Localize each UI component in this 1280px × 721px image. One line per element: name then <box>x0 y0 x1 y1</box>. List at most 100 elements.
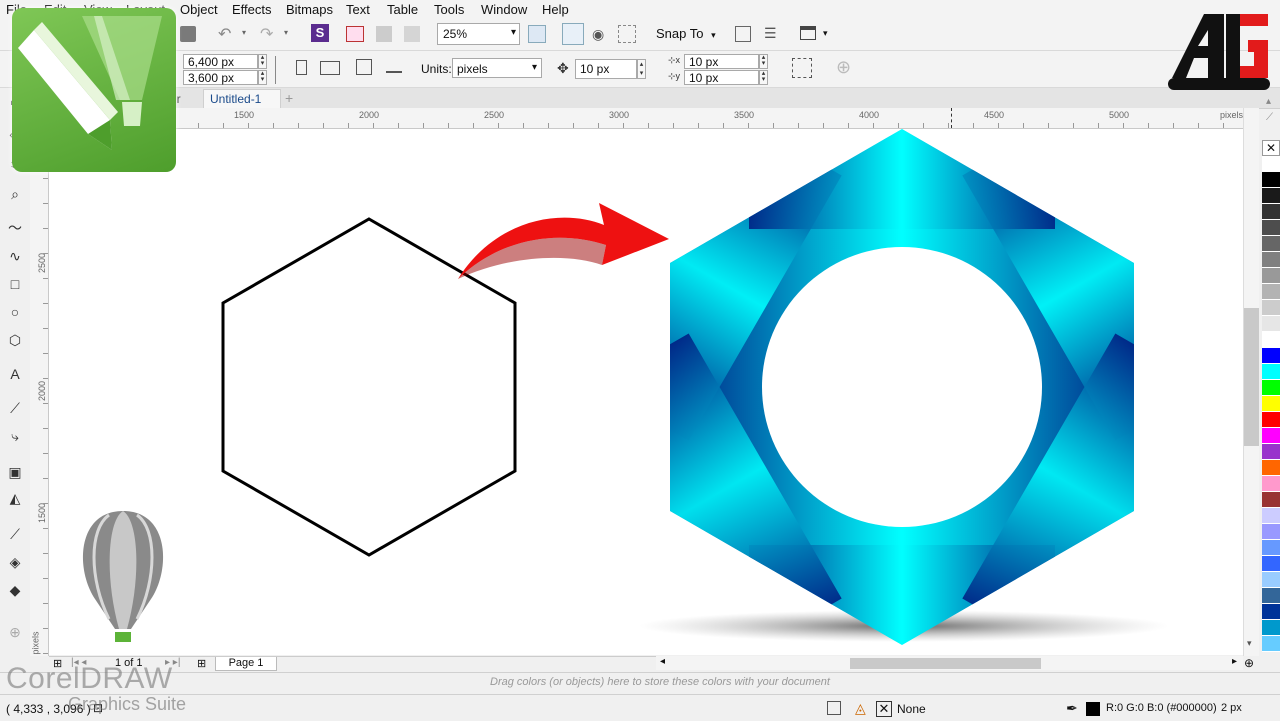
full-screen-preview-icon[interactable] <box>528 25 546 43</box>
landscape-icon[interactable] <box>320 61 340 75</box>
color-swatch[interactable] <box>1262 316 1280 332</box>
add-icon[interactable]: ⊕ <box>836 57 851 78</box>
page-width-field[interactable]: 6,400 px <box>183 54 258 69</box>
menu-object[interactable]: Object <box>180 2 218 17</box>
tab-untitled-1[interactable]: Untitled-1 <box>203 89 281 108</box>
color-swatch[interactable] <box>1262 348 1280 364</box>
vertical-ruler[interactable]: 2500 2000 1500 pixels <box>30 128 49 656</box>
color-swatch[interactable] <box>1262 412 1280 428</box>
connector-tool-icon[interactable]: ⤷ <box>5 426 25 446</box>
color-swatch[interactable] <box>1262 364 1280 380</box>
all-pages-icon[interactable] <box>356 59 372 75</box>
nudge-spinner[interactable]: ▴ ▾ <box>637 59 646 79</box>
color-swatch[interactable] <box>1262 508 1280 524</box>
publish-pdf-icon[interactable] <box>404 26 420 42</box>
menu-tools[interactable]: Tools <box>434 2 464 17</box>
polygon-tool-icon[interactable]: ⬡ <box>5 330 25 350</box>
duplicate-x-spinner[interactable]: ▴ ▾ <box>759 54 768 69</box>
horizontal-ruler[interactable]: 1500 2000 2500 3000 3500 4000 4500 5000 … <box>48 108 1258 129</box>
corel-connect-icon[interactable]: S <box>311 24 329 42</box>
color-swatch[interactable] <box>1262 460 1280 476</box>
color-swatch[interactable] <box>1262 572 1280 588</box>
menu-bitmaps[interactable]: Bitmaps <box>286 2 333 17</box>
zoom-tool-icon[interactable]: ⌕ <box>5 184 25 204</box>
color-swatch[interactable] <box>1262 156 1280 172</box>
color-swatch[interactable] <box>1262 620 1280 636</box>
color-swatch[interactable] <box>1262 204 1280 220</box>
artistic-media-tool-icon[interactable]: ∿ <box>5 246 25 266</box>
menu-text[interactable]: Text <box>346 2 370 17</box>
color-swatch[interactable] <box>1262 492 1280 508</box>
add-page-icon[interactable]: ⊞ <box>197 657 206 670</box>
horizontal-scroll-thumb[interactable] <box>850 658 1041 669</box>
color-swatch[interactable] <box>1262 396 1280 412</box>
menu-help[interactable]: Help <box>542 2 569 17</box>
units-select[interactable]: pixels ▾ <box>452 58 542 78</box>
palette-scroll-up-icon[interactable]: ▴ <box>1266 96 1271 107</box>
color-swatch[interactable] <box>1262 444 1280 460</box>
import-icon[interactable] <box>346 26 364 42</box>
zoom-level-select[interactable]: 25% ▾ <box>437 23 520 45</box>
color-swatch[interactable] <box>1262 252 1280 268</box>
document-palette-strip[interactable]: Drag colors (or objects) here to store t… <box>0 672 1280 693</box>
undo-icon[interactable]: ↶ <box>218 24 231 44</box>
add-tool-icon[interactable]: ⊕ <box>5 622 25 642</box>
zoom-navigator-icon[interactable]: ⊕ <box>1244 656 1254 670</box>
ellipse-tool-icon[interactable]: ○ <box>5 302 25 322</box>
duplicate-y-spinner[interactable]: ▴ ▾ <box>759 70 768 85</box>
eyedropper-tool-icon[interactable]: ⟋ <box>5 524 25 544</box>
tab-page-1[interactable]: Page 1 <box>215 657 277 671</box>
color-swatch[interactable] <box>1262 556 1280 572</box>
smart-fill-tool-icon[interactable]: ◆ <box>5 580 25 600</box>
no-fill-swatch[interactable]: ✕ <box>876 701 892 717</box>
nudge-distance-field[interactable]: 10 px <box>575 59 637 79</box>
page-height-spinner[interactable]: ▴ ▾ <box>258 70 267 85</box>
options-icon[interactable]: ☰ <box>764 25 777 42</box>
color-swatch[interactable] <box>1262 588 1280 604</box>
rectangle-tool-icon[interactable]: □ <box>5 274 25 294</box>
treat-as-filled-icon[interactable] <box>792 58 812 78</box>
parallel-dimension-tool-icon[interactable]: ⟋ <box>5 398 25 418</box>
undo-dropdown-icon[interactable]: ▾ <box>242 28 246 37</box>
color-proof-icon[interactable] <box>827 701 841 715</box>
color-swatch[interactable] <box>1262 428 1280 444</box>
freehand-tool-icon[interactable]: 〜 <box>5 218 25 238</box>
welcome-screen-icon[interactable] <box>735 26 751 42</box>
color-swatch[interactable] <box>1262 604 1280 620</box>
color-swatch[interactable] <box>1262 476 1280 492</box>
color-swatch[interactable] <box>1262 636 1280 652</box>
no-color-swatch[interactable]: ✕ <box>1262 140 1280 156</box>
interactive-fill-tool-icon[interactable]: ◈ <box>5 552 25 572</box>
lock-proportions-icon[interactable] <box>267 56 276 84</box>
color-swatch[interactable] <box>1262 172 1280 188</box>
menu-window[interactable]: Window <box>481 2 527 17</box>
redo-icon[interactable]: ↷ <box>260 24 273 44</box>
scroll-down-icon[interactable]: ▾ <box>1247 638 1252 649</box>
vertical-scrollbar[interactable]: ▾ <box>1243 108 1259 656</box>
menu-table[interactable]: Table <box>387 2 418 17</box>
show-rulers-icon[interactable] <box>562 23 584 45</box>
transparency-tool-icon[interactable]: ◭ <box>5 488 25 508</box>
page-width-spinner[interactable]: ▴ ▾ <box>258 54 267 69</box>
paste-icon[interactable] <box>180 26 196 42</box>
color-swatch[interactable] <box>1262 524 1280 540</box>
color-swatch[interactable] <box>1262 300 1280 316</box>
menu-effects[interactable]: Effects <box>232 2 272 17</box>
scroll-left-icon[interactable]: ◂ <box>660 656 665 667</box>
drop-shadow-tool-icon[interactable]: ▣ <box>5 462 25 482</box>
color-swatch[interactable] <box>1262 220 1280 236</box>
show-grid-icon[interactable] <box>618 25 636 43</box>
color-swatch[interactable] <box>1262 540 1280 556</box>
chevron-down-icon[interactable]: ▾ <box>823 28 828 39</box>
drawing-canvas[interactable] <box>49 129 1243 655</box>
page-height-field[interactable]: 3,600 px <box>183 70 258 85</box>
show-view-icon[interactable]: ◉ <box>592 26 604 43</box>
outline-color-swatch[interactable] <box>1086 702 1100 716</box>
text-tool-icon[interactable]: A <box>5 364 25 384</box>
eyedropper-icon[interactable]: ⟋ <box>1266 112 1273 123</box>
snap-to-button[interactable]: Snap To ▾ <box>656 26 716 41</box>
color-swatch[interactable] <box>1262 284 1280 300</box>
redo-dropdown-icon[interactable]: ▾ <box>284 28 288 37</box>
color-swatch[interactable] <box>1262 188 1280 204</box>
horizontal-scrollbar[interactable]: ◂ ▸ <box>656 656 1243 670</box>
